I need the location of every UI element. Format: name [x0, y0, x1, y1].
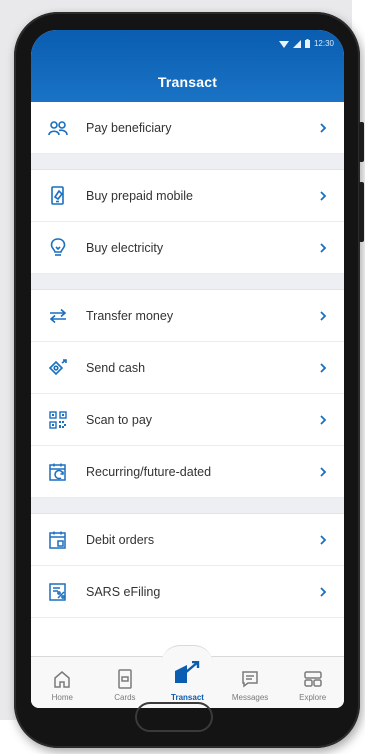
- group-separator: [31, 154, 344, 170]
- menu-item-label: Buy electricity: [86, 240, 164, 255]
- menu-item-label: Debit orders: [86, 532, 155, 547]
- menu-item-buy-electricity[interactable]: Buy electricity: [31, 222, 344, 274]
- nav-messages[interactable]: Messages: [221, 657, 279, 708]
- menu-item-pay-beneficiary[interactable]: Pay beneficiary: [31, 102, 344, 154]
- signal-icon: [292, 39, 301, 48]
- cards-icon: [118, 668, 132, 690]
- chevron-right-icon: [320, 190, 327, 201]
- status-time: 12:30: [313, 39, 334, 48]
- menu-item-label: Buy prepaid mobile: [86, 188, 194, 203]
- home-icon: [53, 668, 71, 690]
- nav-label: Cards: [114, 693, 136, 702]
- menu-item-label: SARS eFiling: [86, 584, 161, 599]
- nav-label: Transact: [171, 693, 204, 702]
- menu-item-scan-to-pay[interactable]: Scan to pay: [31, 394, 344, 446]
- chevron-right-icon: [320, 362, 327, 373]
- qr-code-icon: [47, 409, 69, 431]
- app-header: 12:30 Transact: [31, 30, 344, 102]
- debit-order-calendar-icon: [47, 529, 69, 551]
- explore-icon: [303, 668, 322, 690]
- efiling-document-icon: [47, 581, 69, 603]
- menu-item-label: Recurring/future-dated: [86, 464, 212, 479]
- battery-icon: [304, 39, 310, 48]
- status-bar: 12:30: [278, 39, 334, 48]
- nav-label: Explore: [299, 693, 327, 702]
- chevron-right-icon: [320, 242, 327, 253]
- menu-item-label: Scan to pay: [86, 412, 153, 427]
- nav-label: Messages: [231, 693, 269, 702]
- chevron-right-icon: [320, 414, 327, 425]
- wifi-icon: [278, 40, 289, 48]
- group-separator: [31, 274, 344, 290]
- menu-item-sars-efiling[interactable]: SARS eFiling: [31, 566, 344, 618]
- transact-menu: Pay beneficiary Buy prepaid mobile Buy e…: [31, 102, 344, 678]
- nav-transact[interactable]: Transact: [158, 645, 216, 708]
- nav-explore[interactable]: Explore: [284, 657, 342, 708]
- transfer-arrows-icon: [47, 305, 69, 327]
- nav-home[interactable]: Home: [33, 657, 91, 708]
- menu-item-buy-prepaid-mobile[interactable]: Buy prepaid mobile: [31, 170, 344, 222]
- nav-cards[interactable]: Cards: [96, 657, 154, 708]
- prepaid-mobile-icon: [47, 185, 69, 207]
- chevron-right-icon: [320, 310, 327, 321]
- nav-label: Home: [51, 693, 73, 702]
- chevron-right-icon: [320, 466, 327, 477]
- recurring-calendar-icon: [47, 461, 69, 483]
- chevron-right-icon: [320, 586, 327, 597]
- home-button[interactable]: [135, 702, 213, 732]
- menu-item-debit-orders[interactable]: Debit orders: [31, 514, 344, 566]
- send-cash-icon: [47, 357, 69, 379]
- messages-icon: [241, 668, 259, 690]
- lightbulb-icon: [47, 237, 69, 259]
- page-title: Transact: [157, 74, 218, 90]
- volume-button: [359, 122, 364, 162]
- bottom-nav: Home Cards Transact Messages Explore: [31, 645, 344, 708]
- menu-item-send-cash[interactable]: Send cash: [31, 342, 344, 394]
- menu-item-transfer-money[interactable]: Transfer money: [31, 290, 344, 342]
- power-button: [359, 182, 364, 242]
- menu-item-label: Send cash: [86, 360, 146, 375]
- beneficiary-icon: [47, 117, 69, 139]
- menu-item-recurring-future-dated[interactable]: Recurring/future-dated: [31, 446, 344, 498]
- app-screen: 12:30 Transact Pay beneficiary Buy prepa…: [31, 30, 344, 708]
- transact-icon: [173, 661, 201, 684]
- phone-frame: 12:30 Transact Pay beneficiary Buy prepa…: [14, 12, 364, 748]
- chevron-right-icon: [320, 534, 327, 545]
- menu-item-label: Transfer money: [86, 308, 174, 323]
- menu-item-label: Pay beneficiary: [86, 120, 172, 135]
- group-separator: [31, 498, 344, 514]
- chevron-right-icon: [320, 122, 327, 133]
